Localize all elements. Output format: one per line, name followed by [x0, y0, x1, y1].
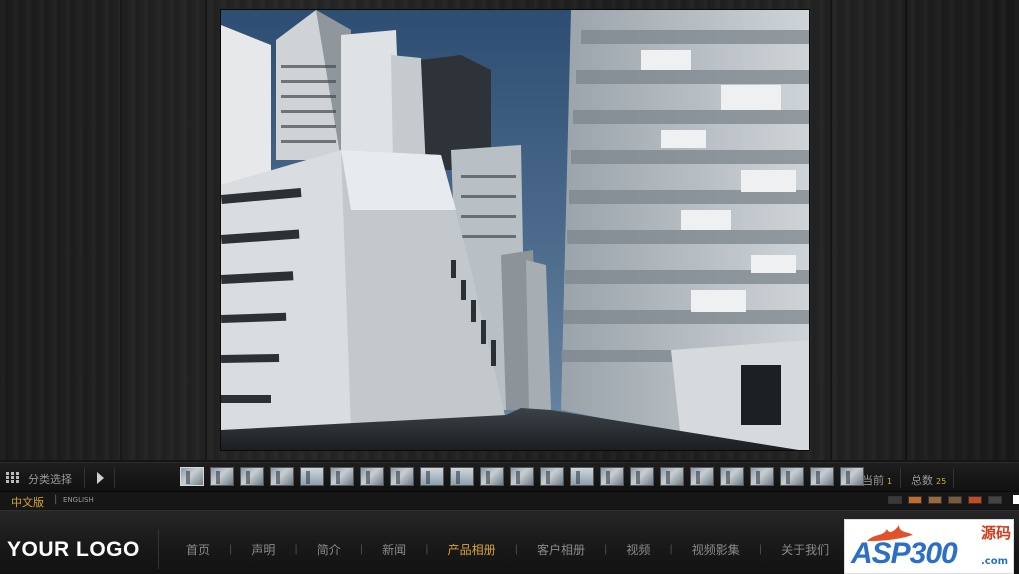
main-photo[interactable]: [220, 9, 810, 451]
menu-divider: |: [603, 544, 608, 555]
menu-divider: |: [514, 544, 518, 555]
thumbnail-toolbar: 分类选择 当前 1 总数 25: [0, 462, 1019, 492]
site-logo[interactable]: YOUR LOGO: [7, 538, 140, 562]
lang-chinese-link[interactable]: 中文版: [11, 494, 44, 510]
category-select-label[interactable]: 分类选择: [28, 471, 72, 487]
toolbar-divider: [953, 468, 954, 488]
menu-divider: |: [758, 544, 763, 555]
thumbnail-13[interactable]: [540, 467, 564, 486]
play-icon[interactable]: [97, 472, 104, 484]
thumbnail-2[interactable]: [210, 467, 234, 486]
thumbnail-20[interactable]: [750, 467, 774, 486]
thumbnail-15[interactable]: [600, 467, 624, 486]
thumbnail-6[interactable]: [330, 467, 354, 486]
thumbnail-14[interactable]: [570, 467, 594, 486]
thumbnail-4[interactable]: [270, 467, 294, 486]
menu-divider: |: [669, 544, 673, 555]
menu-item-7[interactable]: 视频: [626, 541, 650, 558]
menu-item-6[interactable]: 客户相册: [537, 541, 585, 558]
watermark-sub: 源码: [981, 524, 1012, 542]
thumbnail-9[interactable]: [420, 467, 444, 486]
thumbnail-19[interactable]: [720, 467, 744, 486]
thumbnail-10[interactable]: [450, 467, 474, 486]
theme-swatch-1[interactable]: [888, 496, 902, 504]
theme-swatch-4[interactable]: [948, 496, 962, 504]
menu-item-1[interactable]: 首页: [186, 541, 210, 558]
thumbnail-12[interactable]: [510, 467, 534, 486]
toolbar-divider: [900, 468, 901, 488]
menu-divider: |: [229, 544, 233, 555]
thumbnail-5[interactable]: [300, 467, 324, 486]
thumbnail-strip: [180, 467, 864, 486]
thumbnail-11[interactable]: [480, 467, 504, 486]
logo-divider: [158, 529, 159, 569]
thumbnail-22[interactable]: [810, 467, 834, 486]
watermark-domain: .com: [981, 556, 1009, 567]
menu-item-4[interactable]: 新闻: [382, 541, 406, 558]
lang-divider: |: [54, 494, 58, 505]
menu-divider: |: [359, 544, 364, 555]
theme-swatch-2[interactable]: [908, 496, 922, 504]
total-counter: 总数 25: [911, 474, 947, 487]
watermark-brand: ASP300: [851, 537, 958, 570]
menu-divider: |: [425, 544, 429, 555]
corner-box: [1013, 495, 1019, 504]
menu-item-2[interactable]: 声明: [251, 541, 275, 558]
total-value: 25: [936, 477, 947, 486]
asp300-watermark: ASP300 源码 .com: [844, 519, 1014, 574]
thumbnail-18[interactable]: [690, 467, 714, 486]
menu-item-3[interactable]: 简介: [317, 541, 341, 558]
thumbnail-8[interactable]: [390, 467, 414, 486]
current-value: 1: [887, 477, 893, 486]
current-counter: 当前 1: [862, 474, 893, 487]
lang-english-link[interactable]: ENGLISH: [63, 496, 94, 504]
theme-swatches: [888, 496, 1002, 504]
grid-icon[interactable]: [6, 472, 20, 484]
thumbnail-21[interactable]: [780, 467, 804, 486]
toolbar-divider: [84, 468, 85, 488]
menu-item-5[interactable]: 产品相册: [448, 541, 496, 558]
main-menu: 首页|声明|简介|新闻|产品相册|客户相册|视频|视频影集|关于我们|联系我: [186, 541, 907, 558]
menu-item-8[interactable]: 视频影集: [692, 541, 740, 558]
thumbnail-3[interactable]: [240, 467, 264, 486]
thumbnail-1[interactable]: [180, 467, 204, 486]
menu-divider: |: [294, 544, 298, 555]
theme-swatch-6[interactable]: [988, 496, 1002, 504]
theme-swatch-3[interactable]: [928, 496, 942, 504]
theme-swatch-5[interactable]: [968, 496, 982, 504]
thumbnail-7[interactable]: [360, 467, 384, 486]
thumbnail-23[interactable]: [840, 467, 864, 486]
language-bar: 中文版 | ENGLISH: [0, 492, 1019, 509]
toolbar-divider: [114, 468, 115, 488]
menu-item-9[interactable]: 关于我们: [781, 541, 829, 558]
thumbnail-17[interactable]: [660, 467, 684, 486]
thumbnail-16[interactable]: [630, 467, 654, 486]
